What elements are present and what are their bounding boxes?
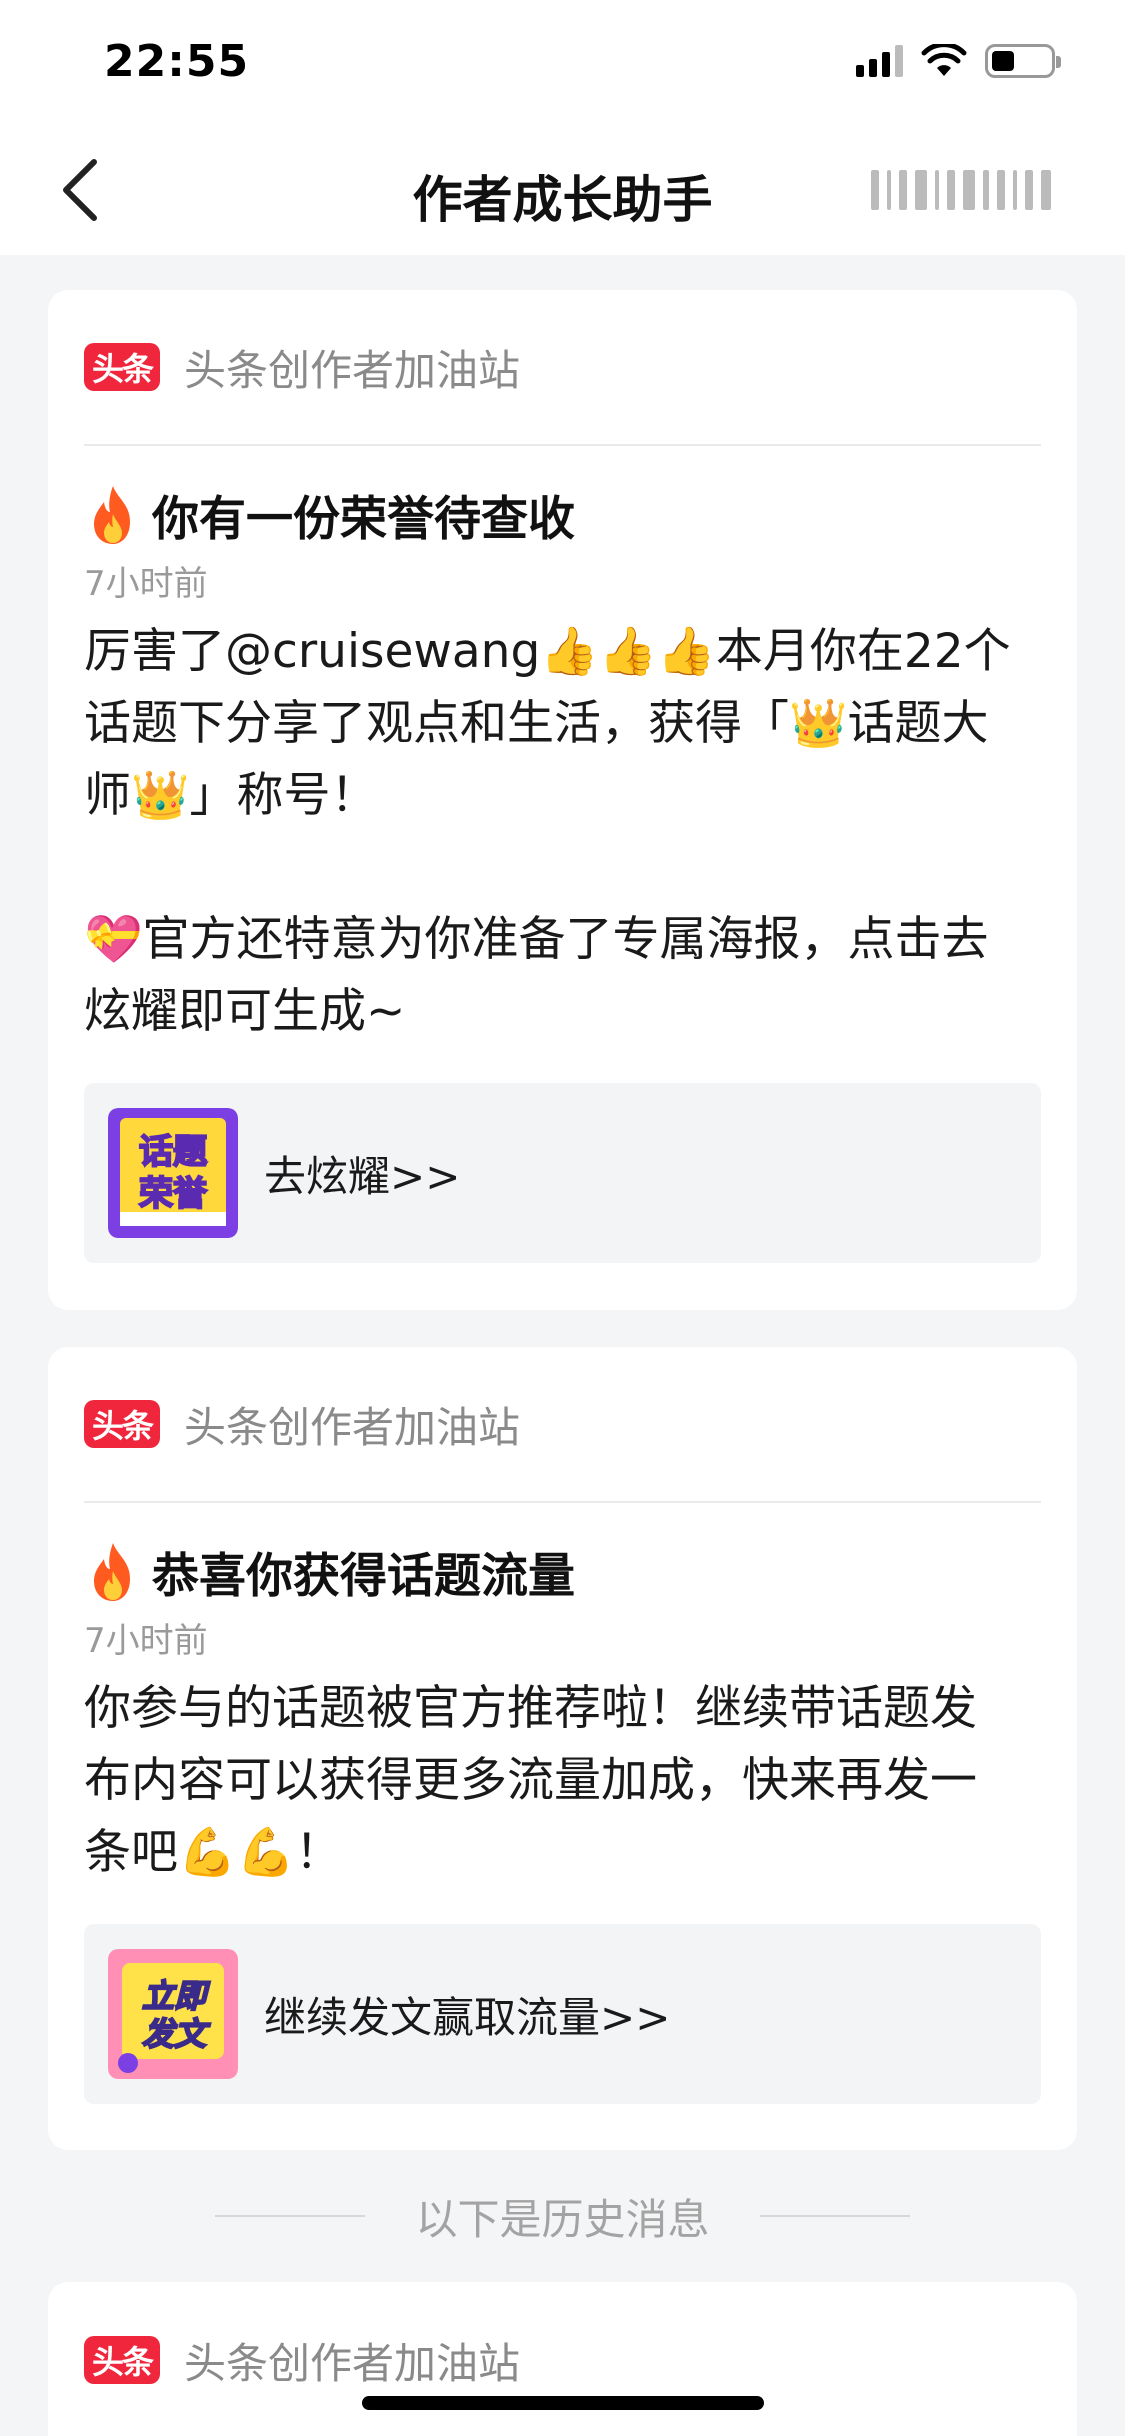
nav-bar: 作者成长助手 [0, 130, 1125, 255]
message-title: 你有一份荣誉待查收 [84, 480, 575, 549]
card-header: 头条 头条创作者加油站 [84, 290, 1041, 446]
message-title-text: 你有一份荣誉待查收 [152, 492, 575, 547]
show-off-action[interactable]: 话题 荣誉 去炫耀>> [84, 1083, 1041, 1263]
screen: 22:55 作者成长助手 头条 头条创作者加油站 你有一份荣誉待查收 7小时前 … [0, 0, 1125, 2436]
fire-icon [94, 1542, 130, 1601]
battery-icon [985, 44, 1061, 78]
toutiao-logo: 头条 [84, 1400, 160, 1448]
message-card: 头条 头条创作者加油站 你有一份荣誉待查收 7小时前 厉害了@cruisewan… [48, 290, 1077, 1310]
wifi-icon [921, 44, 967, 76]
message-body: 你参与的话题被官方推荐啦！继续带话题发 布内容可以获得更多流量加成，快来再发一 … [84, 1681, 977, 1880]
sender-name: 头条创作者加油站 [184, 345, 521, 395]
sender-name: 头条创作者加油站 [184, 2338, 521, 2388]
more-options-barcode[interactable] [871, 166, 1071, 214]
card-header: 头条 头条创作者加油站 [84, 1347, 1041, 1503]
history-divider: 以下是历史消息 [0, 2188, 1125, 2244]
show-off-label: 去炫耀>> [264, 1151, 461, 1201]
status-icons [856, 44, 1061, 78]
thumb-text-line1: 立即 [142, 1977, 211, 2015]
message-time: 7小时前 [84, 1621, 208, 1661]
message-time: 7小时前 [84, 564, 208, 604]
message-card: 头条 头条创作者加油站 恭喜你获得话题流量 7小时前 你参与的话题被官方推荐啦！… [48, 1347, 1077, 2150]
home-indicator [362, 2396, 764, 2410]
toutiao-logo: 头条 [84, 343, 160, 391]
post-now-label: 继续发文赢取流量>> [264, 1992, 671, 2042]
message-body: 厉害了@cruisewang👍👍👍本月你在22个 话题下分享了观点和生活，获得「… [84, 624, 1011, 1039]
history-divider-text: 以下是历史消息 [415, 2194, 710, 2244]
sender-name: 头条创作者加油站 [184, 1402, 521, 1452]
status-bar: 22:55 [0, 0, 1125, 130]
post-now-thumbnail: 立即 发文 [108, 1949, 238, 2079]
toutiao-logo: 头条 [84, 2336, 160, 2384]
message-title-text: 恭喜你获得话题流量 [152, 1549, 575, 1604]
thumb-text-line2: 发文 [142, 2015, 211, 2053]
post-now-action[interactable]: 立即 发文 继续发文赢取流量>> [84, 1924, 1041, 2104]
fire-icon [94, 485, 130, 544]
signal-icon [856, 45, 903, 77]
message-card: 头条 头条创作者加油站 [48, 2282, 1077, 2436]
thumb-text-line2: 荣誉 [139, 1174, 208, 1214]
honor-poster-thumbnail: 话题 荣誉 [108, 1108, 238, 1238]
status-time: 22:55 [104, 36, 250, 87]
card-header: 头条 头条创作者加油站 [84, 2282, 1041, 2436]
message-title: 恭喜你获得话题流量 [84, 1537, 575, 1606]
thumb-text-line1: 话题 [139, 1132, 207, 1172]
